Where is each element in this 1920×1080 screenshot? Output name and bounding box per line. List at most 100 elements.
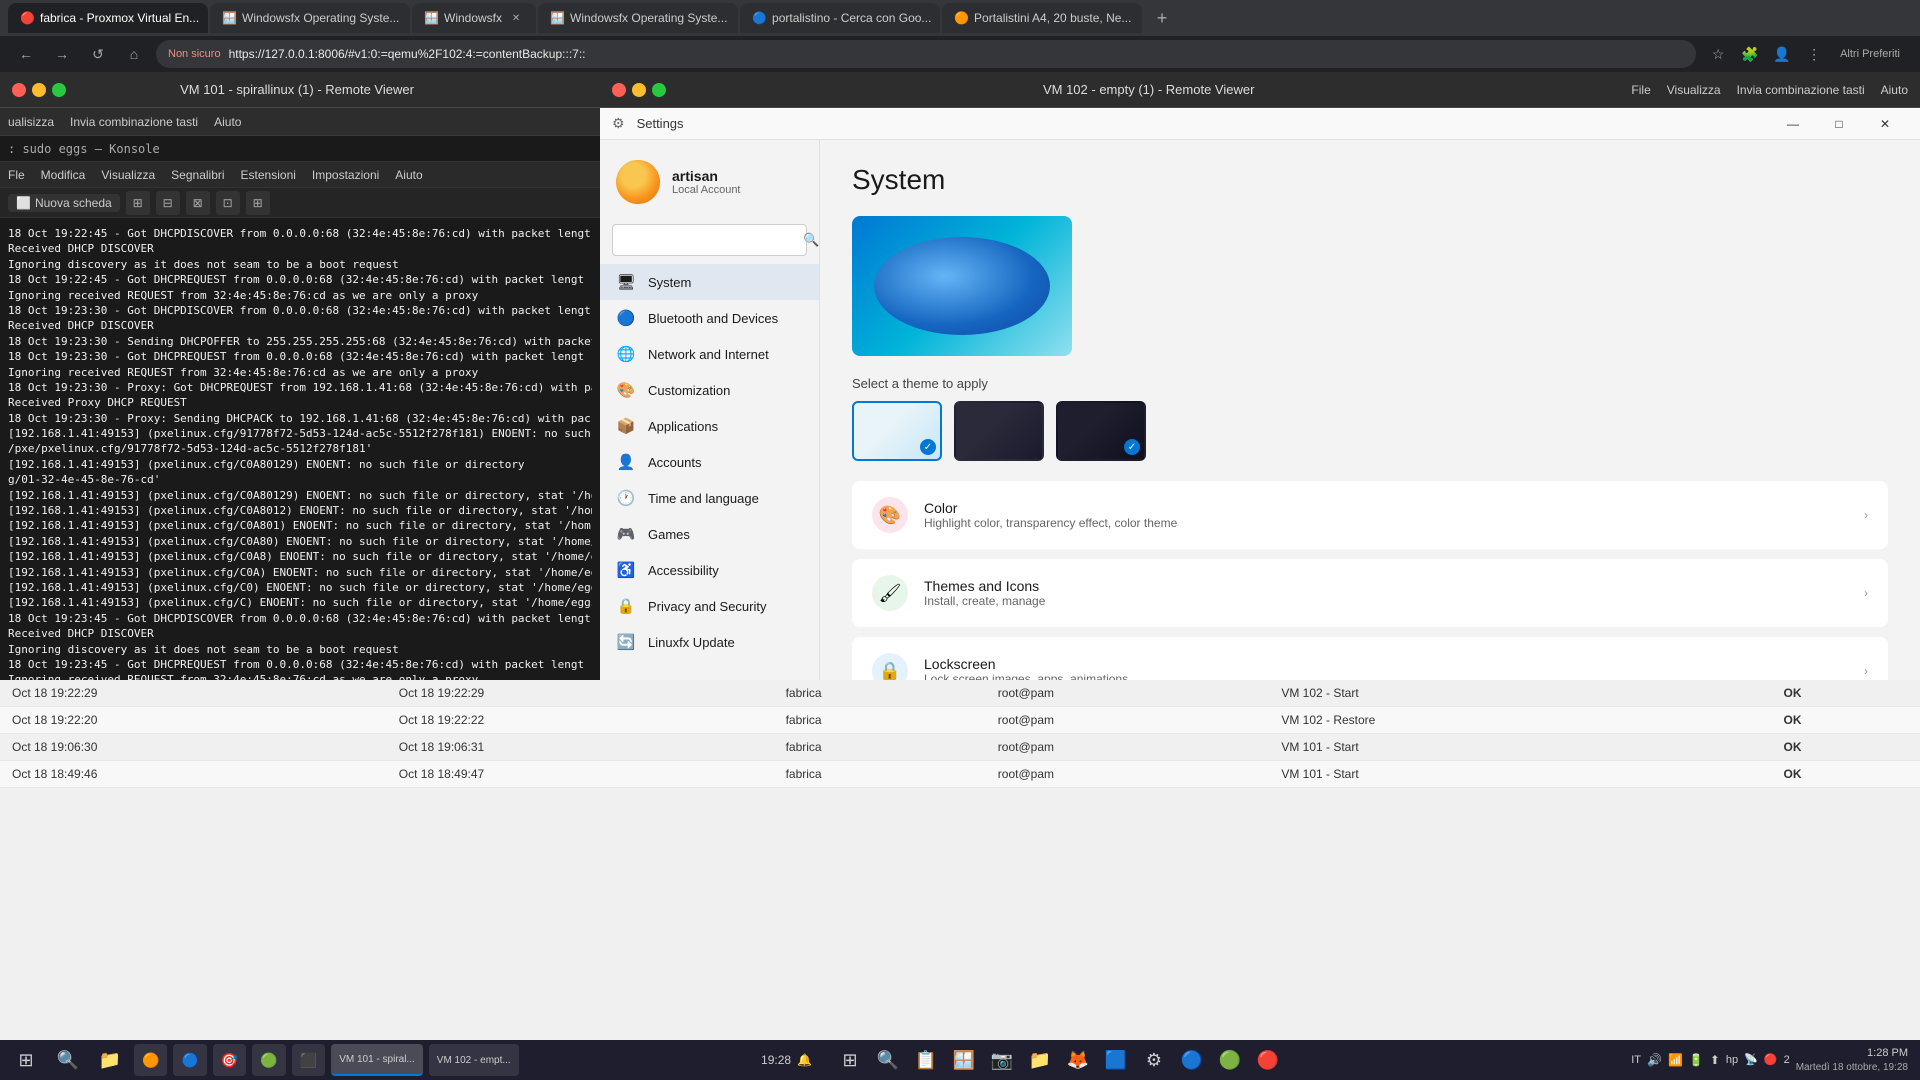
win11-volume-icon[interactable]: 🔊 [1647,1053,1662,1067]
vm101-task-btn-3[interactable]: 🎯 [213,1044,246,1076]
back-button[interactable]: ← [12,40,40,68]
search-icon[interactable]: 🔍 [803,232,819,248]
toolbar-icon-2[interactable]: ⊟ [156,191,180,215]
tab-3[interactable]: 🪟 Windowsfx ✕ [412,3,536,33]
menu-button[interactable]: ⋮ [1800,40,1828,68]
reload-button[interactable]: ↺ [84,40,112,68]
win11-windowsfx-button[interactable]: 🪟 [946,1042,982,1078]
extensions-button[interactable]: 🧩 [1736,40,1764,68]
theme-option-dark[interactable] [954,401,1044,461]
vm101-task-btn-1[interactable]: 🟠 [134,1044,167,1076]
tab-5-close[interactable]: ✕ [937,10,940,26]
menu-item-aiuto[interactable]: Aiuto [214,115,241,129]
sidebar-item-bluetooth[interactable]: 🔵 Bluetooth and Devices [600,300,819,336]
vm102-close-btn[interactable] [612,83,626,97]
address-bar[interactable]: Non sicuro https://127.0.0.1:8006/#v1:0:… [156,40,1696,68]
profile-button[interactable]: 👤 [1768,40,1796,68]
settings-card-color[interactable]: 🎨 Color Highlight color, transparency ef… [852,481,1888,549]
vm102-menu-visualizza[interactable]: Visualizza [1667,83,1721,97]
konsole-menu-segnalibri[interactable]: Segnalibri [171,168,224,182]
vm101-min-btn[interactable] [32,83,46,97]
settings-card-themes[interactable]: 🖌 Themes and Icons Install, create, mana… [852,559,1888,627]
win11-app1-button[interactable]: 🟦 [1098,1042,1134,1078]
sidebar-item-applications[interactable]: 📦 Applications [600,408,819,444]
bookmark-button[interactable]: ☆ [1704,40,1732,68]
tab-3-close[interactable]: ✕ [508,10,524,26]
sidebar-item-customization[interactable]: 🎨 Customization [600,372,819,408]
sidebar-item-games[interactable]: 🎮 Games [600,516,819,552]
tab-6[interactable]: 🟠 Portalistini A4, 20 buste, Ne... ✕ [942,3,1142,33]
sidebar-item-network[interactable]: 🌐 Network and Internet [600,336,819,372]
menu-item-invia[interactable]: Invia combinazione tasti [70,115,198,129]
vm101-search-btn[interactable]: 🔍 [50,1042,86,1078]
home-button[interactable]: ⌂ [120,40,148,68]
win-close-btn[interactable]: ✕ [1862,108,1908,140]
win11-camera-button[interactable]: 📷 [984,1042,1020,1078]
vm102-menu-file[interactable]: File [1631,83,1650,97]
forward-button[interactable]: → [48,40,76,68]
tab-5[interactable]: 🔵 portalistino - Cerca con Goo... ✕ [740,3,940,33]
konsole-menu-modifica[interactable]: Modifica [41,168,86,182]
win-maximize-btn[interactable]: □ [1816,108,1862,140]
menu-item-ualisizza[interactable]: ualisizza [8,115,54,129]
vm101-task-btn-5[interactable]: ⬛ [292,1044,325,1076]
vm101-task-btn-2[interactable]: 🔵 [173,1044,206,1076]
win11-network-icon[interactable]: 📶 [1668,1053,1683,1067]
konsole-menu-aiuto2[interactable]: Aiuto [395,168,422,182]
theme-option-dark2[interactable]: ✓ [1056,401,1146,461]
win-minimize-btn[interactable]: — [1770,108,1816,140]
tab-1-close[interactable]: ✕ [205,10,208,26]
sidebar-item-linuxfx-update[interactable]: 🔄 Linuxfx Update [600,624,819,660]
vm101-start-btn[interactable]: ⊞ [8,1042,44,1078]
sidebar-item-privacy[interactable]: 🔒 Privacy and Security [600,588,819,624]
tab-2[interactable]: 🪟 Windowsfx Operating Syste... ✕ [210,3,410,33]
win11-app3-button[interactable]: 🟢 [1212,1042,1248,1078]
nuova-scheda-button[interactable]: ⬜ Nuova scheda [8,194,120,212]
vm101-task-btn-vm102[interactable]: VM 102 - empt... [429,1044,519,1076]
konsole-menu-visualizza[interactable]: Visualizza [101,168,155,182]
sidebar-item-time-language[interactable]: 🕐 Time and language [600,480,819,516]
vm101-task-btn-spiral[interactable]: VM 101 - spiral... [331,1044,423,1076]
win11-app2-button[interactable]: 🔵 [1174,1042,1210,1078]
vm101-close-btn[interactable] [12,83,26,97]
win11-start-button[interactable]: ⊞ [832,1042,868,1078]
tab-6-close[interactable]: ✕ [1137,10,1142,26]
vm102-max-btn[interactable] [652,83,666,97]
vm101-dolphin-btn[interactable]: 📁 [92,1042,128,1078]
tab-2-close[interactable]: ✕ [405,10,410,26]
settings-search-input[interactable] [621,233,797,248]
theme-option-light[interactable]: ✓ [852,401,942,461]
tab-4-favicon: 🪟 [550,11,564,25]
win11-app4-button[interactable]: 🔴 [1250,1042,1286,1078]
konsole-menu-file[interactable]: Fle [8,168,25,182]
vm102-menu-aiuto[interactable]: Aiuto [1881,83,1908,97]
win11-settings-button[interactable]: ⚙ [1136,1042,1172,1078]
tab-1[interactable]: 🔴 fabrica - Proxmox Virtual En... ✕ [8,3,208,33]
vm101-bell-icon[interactable]: 🔔 [797,1053,812,1067]
sidebar-item-accessibility[interactable]: ♿ Accessibility [600,552,819,588]
vm101-max-btn[interactable] [52,83,66,97]
vm102-menu-invia[interactable]: Invia combinazione tasti [1737,83,1865,97]
win11-task-view-button[interactable]: 📋 [908,1042,944,1078]
konsole-menu-estensioni[interactable]: Estensioni [241,168,296,182]
win11-firefox-button[interactable]: 🦊 [1060,1042,1096,1078]
settings-search-box[interactable]: 🔍 [612,224,807,256]
konsole-menu-impostazioni[interactable]: Impostazioni [312,168,379,182]
toolbar-icon-4[interactable]: ⊡ [216,191,240,215]
theme-preview-area [852,216,1888,356]
new-tab-button[interactable]: + [1148,4,1176,32]
toolbar-icon-1[interactable]: ⊞ [126,191,150,215]
win11-files-button[interactable]: 📁 [1022,1042,1058,1078]
win11-search-button[interactable]: 🔍 [870,1042,906,1078]
vm102-min-btn[interactable] [632,83,646,97]
toolbar-icon-5[interactable]: ⊞ [246,191,270,215]
sidebar-item-system[interactable]: 🖥 System [600,264,819,300]
sidebar-item-accounts[interactable]: 👤 Accounts [600,444,819,480]
toolbar-icon-3[interactable]: ⊠ [186,191,210,215]
vm101-task-btn-4[interactable]: 🟢 [252,1044,285,1076]
tab-4-close[interactable]: ✕ [733,10,738,26]
theme-selected-checkmark: ✓ [920,439,936,455]
win11-clock[interactable]: 1:28 PM Martedì 18 ottobre, 19:28 [1796,1046,1908,1073]
win11-badge-count: 2 [1784,1054,1790,1066]
tab-4[interactable]: 🪟 Windowsfx Operating Syste... ✕ [538,3,738,33]
